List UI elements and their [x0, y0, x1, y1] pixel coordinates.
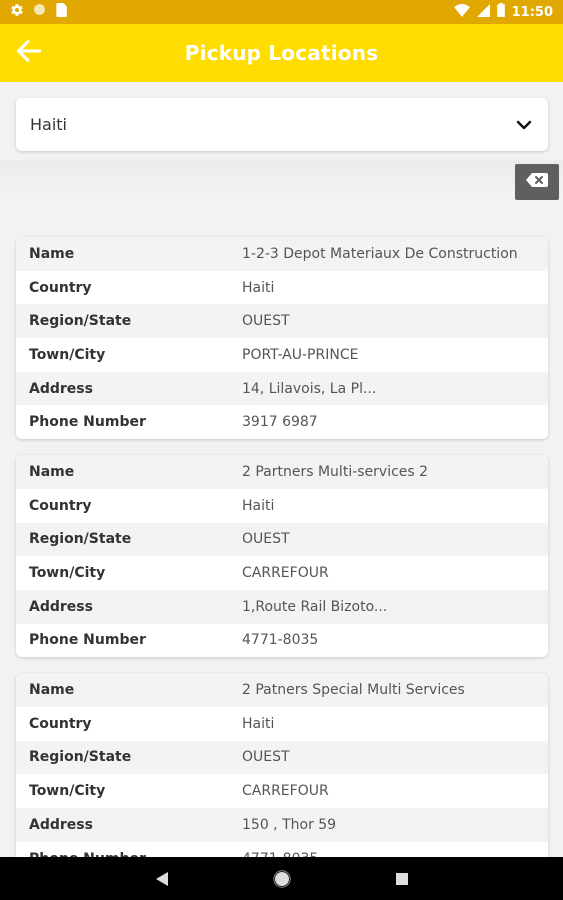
field-row-country: Country Haiti: [16, 270, 548, 305]
arrow-left-icon: [14, 37, 44, 70]
field-row-phone: Phone Number 4771-8035: [16, 623, 548, 658]
field-row-address: Address 14, Lilavois, La Pl...: [16, 371, 548, 406]
field-row-country: Country Haiti: [16, 488, 548, 523]
field-label: Name: [29, 245, 75, 262]
field-label: Region/State: [29, 313, 132, 330]
field-value: Haiti: [242, 497, 275, 514]
status-bar: 11:50: [0, 0, 563, 24]
field-row-address: Address 1,Route Rail Bizoto...: [16, 589, 548, 624]
field-value: Haiti: [242, 715, 275, 732]
field-row-town: Town/City PORT-AU-PRINCE: [16, 338, 548, 372]
field-row-name: Name 1-2-3 Depot Materiaux De Constructio…: [16, 237, 548, 271]
country-select-value: Haiti: [30, 115, 67, 134]
field-label: Address: [29, 380, 93, 397]
recents-square-icon[interactable]: [390, 867, 414, 891]
sd-card-icon: [55, 2, 67, 22]
status-left-icons: [10, 2, 67, 22]
field-row-country: Country Haiti: [16, 706, 548, 741]
location-card[interactable]: Name 2 Partners Multi-services 2 Country H…: [16, 455, 548, 658]
status-time: 11:50: [511, 4, 553, 20]
field-value: 4771-8035: [242, 632, 319, 649]
field-row-region: Region/State OUEST: [16, 740, 548, 775]
field-value: 150 , Thor 59: [242, 816, 337, 833]
filter-band: [0, 160, 563, 210]
field-label: Region/State: [29, 749, 132, 766]
battery-icon: [496, 3, 505, 21]
field-label: Address: [29, 598, 93, 615]
field-row-phone: Phone Number 3917 6987: [16, 405, 548, 440]
locations-list: Name 1-2-3 Depot Materiaux De Constructio…: [16, 237, 548, 891]
status-right-icons: 11:50: [453, 3, 553, 21]
back-button[interactable]: [12, 37, 46, 69]
field-row-town: Town/City CARREFOUR: [16, 556, 548, 590]
clear-filter-button[interactable]: [515, 164, 559, 200]
circle-icon: [33, 3, 46, 21]
app-bar: Pickup Locations: [0, 24, 563, 82]
field-value: 2 Patners Special Multi Services: [242, 682, 465, 699]
field-label: Phone Number: [29, 414, 146, 431]
field-row-name: Name 2 Patners Special Multi Services: [16, 673, 548, 707]
field-label: Phone Number: [29, 632, 146, 649]
field-label: Region/State: [29, 531, 132, 548]
field-value: 2 Partners Multi-services 2: [242, 463, 429, 480]
settings-icon: [10, 3, 24, 22]
field-value: 14, Lilavois, La Pl...: [242, 380, 377, 397]
back-triangle-icon[interactable]: [150, 867, 174, 891]
page-title: Pickup Locations: [184, 41, 379, 65]
field-label: Country: [29, 715, 92, 732]
field-label: Town/City: [29, 783, 106, 800]
field-row-town: Town/City CARREFOUR: [16, 774, 548, 808]
field-row-region: Region/State OUEST: [16, 304, 548, 339]
home-circle-icon[interactable]: [270, 867, 294, 891]
field-value: Haiti: [242, 279, 275, 296]
field-value: 1,Route Rail Bizoto...: [242, 598, 388, 615]
field-label: Name: [29, 682, 75, 699]
field-value: PORT-AU-PRINCE: [242, 346, 359, 363]
field-label: Town/City: [29, 346, 106, 363]
field-label: Town/City: [29, 565, 106, 582]
signal-icon: [476, 3, 490, 21]
wifi-icon: [453, 3, 470, 21]
field-label: Name: [29, 463, 75, 480]
field-value: 1-2-3 Depot Materiaux De Construction: [242, 245, 518, 262]
field-label: Address: [29, 816, 93, 833]
system-nav-bar: [0, 857, 563, 900]
country-select[interactable]: Haiti: [16, 98, 548, 151]
field-value: CARREFOUR: [242, 565, 329, 582]
field-value: OUEST: [242, 313, 290, 330]
field-label: Country: [29, 279, 92, 296]
chevron-down-icon: [514, 115, 534, 135]
field-row-region: Region/State OUEST: [16, 522, 548, 557]
field-value: OUEST: [242, 749, 290, 766]
field-value: OUEST: [242, 531, 290, 548]
field-row-address: Address 150 , Thor 59: [16, 808, 548, 842]
field-value: 3917 6987: [242, 414, 318, 431]
field-label: Country: [29, 497, 92, 514]
backspace-icon: [526, 172, 548, 192]
field-row-name: Name 2 Partners Multi-services 2: [16, 455, 548, 489]
location-card[interactable]: Name 1-2-3 Depot Materiaux De Constructio…: [16, 237, 548, 440]
field-value: CARREFOUR: [242, 783, 329, 800]
location-card[interactable]: Name 2 Patners Special Multi Services Cou…: [16, 673, 548, 876]
